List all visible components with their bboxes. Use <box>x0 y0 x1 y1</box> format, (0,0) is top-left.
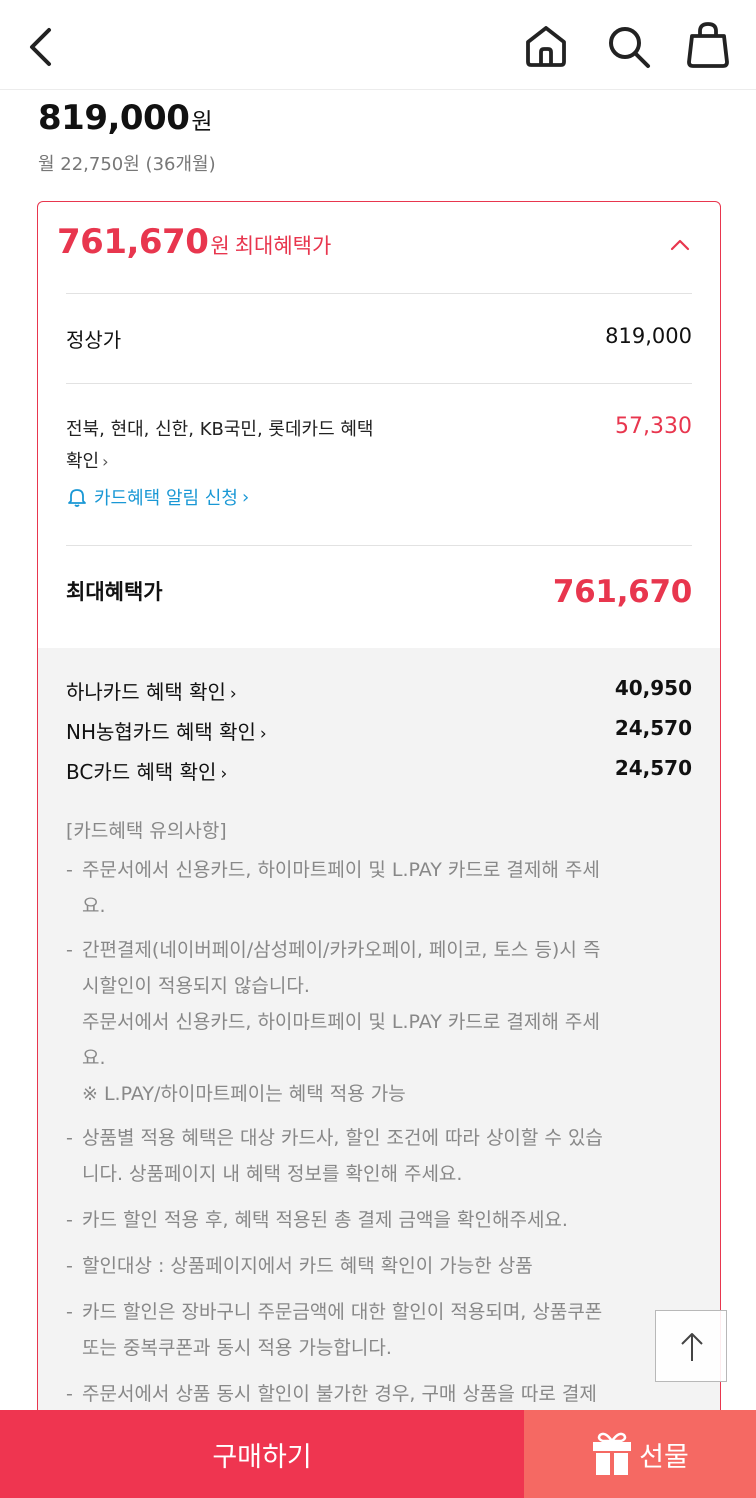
other-card-row[interactable]: NH농협카드 혜택 확인 › 24,570 <box>66 716 692 748</box>
buy-button[interactable]: 구매하기 <box>0 1410 524 1498</box>
other-card-label: 하나카드 혜택 확인 <box>66 680 226 704</box>
max-benefit-header[interactable]: 761,670원 최대혜택가 <box>57 222 331 262</box>
other-cards-section: 하나카드 혜택 확인 › 40,950 NH농협카드 혜택 확인 › 24,570 … <box>38 648 720 1440</box>
chevron-right-icon: › <box>259 724 267 744</box>
chevron-right-icon: › <box>102 452 109 471</box>
max-benefit-unit: 원 <box>210 234 230 258</box>
notice-item: - 간편결제(네이버페이/삼성페이/카카오페이, 페이코, 토스 등)시 즉 시… <box>66 932 666 1112</box>
search-icon[interactable] <box>604 22 654 72</box>
chevron-left-icon[interactable] <box>22 24 62 70</box>
product-price: 819,000원 <box>38 98 213 138</box>
notice-line: 주문서에서 상품 동시 할인이 불가한 경우, 구매 상품을 따로 결제 <box>82 1383 597 1405</box>
notice-line: 상품별 적용 혜택은 대상 카드사, 할인 조건에 따라 상이할 수 있습 <box>82 1127 603 1149</box>
notice-item: - 주문서에서 신용카드, 하이마트페이 및 L.PAY 카드로 결제해 주세 … <box>66 852 666 924</box>
divider <box>66 383 692 384</box>
card-benefit-alert-link[interactable]: 카드혜택 알림 신청 › <box>66 484 249 510</box>
gift-button[interactable]: 선물 <box>524 1410 756 1498</box>
gift-label: 선물 <box>639 1441 689 1473</box>
notice-line: 카드 할인 적용 후, 혜택 적용된 총 결제 금액을 확인해주세요. <box>82 1209 568 1231</box>
notice-line: 요. <box>82 895 106 917</box>
max-benefit-label: 최대혜택가 <box>234 234 332 258</box>
scroll-to-top-button[interactable] <box>655 1310 727 1382</box>
notice-line: 주문서에서 신용카드, 하이마트페이 및 L.PAY 카드로 결제해 주세 <box>82 1011 600 1033</box>
card-discount-value: 57,330 <box>615 414 692 439</box>
price-unit: 원 <box>191 109 213 135</box>
price-value: 819,000 <box>38 98 190 138</box>
max-benefit-panel: 761,670원 최대혜택가 정상가 819,000 전북, 현대, 신한, KB… <box>37 201 721 1441</box>
max-benefit-total-value: 761,670 <box>552 574 692 610</box>
monthly-installment: 월 22,750원 (36개월) <box>38 154 216 175</box>
notice-title: [카드혜택 유의사항] <box>66 820 227 842</box>
notice-line: 요. <box>82 1047 106 1069</box>
max-benefit-price: 761,670 <box>57 222 209 262</box>
top-navigation-bar <box>0 0 756 90</box>
other-card-value: 24,570 <box>614 756 692 780</box>
arrow-up-icon <box>681 1333 703 1361</box>
alert-link-label: 카드혜택 알림 신청 <box>94 488 238 509</box>
other-card-row[interactable]: 하나카드 혜택 확인 › 40,950 <box>66 676 692 708</box>
card-benefit-confirm: 확인 <box>66 451 100 472</box>
max-benefit-total-label: 최대혜택가 <box>66 580 163 604</box>
notice-item: - 카드 할인 적용 후, 혜택 적용된 총 결제 금액을 확인해주세요. <box>66 1202 666 1238</box>
divider <box>66 545 692 546</box>
other-card-label: BC카드 혜택 확인 <box>66 760 217 784</box>
notice-line: 주문서에서 신용카드, 하이마트페이 및 L.PAY 카드로 결제해 주세 <box>82 859 600 881</box>
other-card-value: 24,570 <box>614 716 692 740</box>
regular-price-label: 정상가 <box>66 328 122 352</box>
regular-price-value: 819,000 <box>605 324 692 348</box>
notice-line: 카드 할인은 장바구니 주문금액에 대한 할인이 적용되며, 상품쿠폰 <box>82 1301 603 1323</box>
notice-item: - 카드 할인은 장바구니 주문금액에 대한 할인이 적용되며, 상품쿠폰 또는… <box>66 1294 666 1366</box>
notice-line: 니다. 상품페이지 내 혜택 정보를 확인해 주세요. <box>82 1163 463 1185</box>
chevron-right-icon: › <box>220 764 228 784</box>
other-card-label: NH농협카드 혜택 확인 <box>66 720 256 744</box>
notice-line: 간편결제(네이버페이/삼성페이/카카오페이, 페이코, 토스 등)시 즉 <box>82 939 601 961</box>
notice-item: - 주문서에서 상품 동시 할인이 불가한 경우, 구매 상품을 따로 결제 <box>66 1376 666 1412</box>
shopping-bag-icon[interactable] <box>684 20 732 70</box>
other-card-row[interactable]: BC카드 혜택 확인 › 24,570 <box>66 756 692 788</box>
notice-item: - 할인대상 : 상품페이지에서 카드 혜택 확인이 가능한 상품 <box>66 1248 666 1284</box>
bell-icon <box>68 489 86 507</box>
card-benefit-text: 전북, 현대, 신한, KB국민, 롯데카드 혜택 <box>66 419 374 440</box>
chevron-right-icon: › <box>241 486 250 508</box>
notice-item: - 상품별 적용 혜택은 대상 카드사, 할인 조건에 따라 상이할 수 있습 … <box>66 1120 666 1192</box>
notice-line: ※ L.PAY/하이마트페이는 혜택 적용 가능 <box>82 1083 406 1105</box>
bottom-action-bar: 구매하기 선물 <box>0 1410 756 1498</box>
chevron-right-icon: › <box>229 684 237 704</box>
notice-line: 또는 중복쿠폰과 동시 적용 가능합니다. <box>82 1337 392 1359</box>
card-benefit-link[interactable]: 전북, 현대, 신한, KB국민, 롯데카드 혜택 확인 › <box>66 414 426 478</box>
chevron-up-icon[interactable] <box>668 232 692 256</box>
notice-line: 할인대상 : 상품페이지에서 카드 혜택 확인이 가능한 상품 <box>82 1255 533 1277</box>
notice-line: 시할인이 적용되지 않습니다. <box>82 975 310 997</box>
gift-icon <box>593 1432 632 1475</box>
divider <box>66 293 692 294</box>
home-icon[interactable] <box>522 22 570 70</box>
other-card-value: 40,950 <box>614 676 692 700</box>
